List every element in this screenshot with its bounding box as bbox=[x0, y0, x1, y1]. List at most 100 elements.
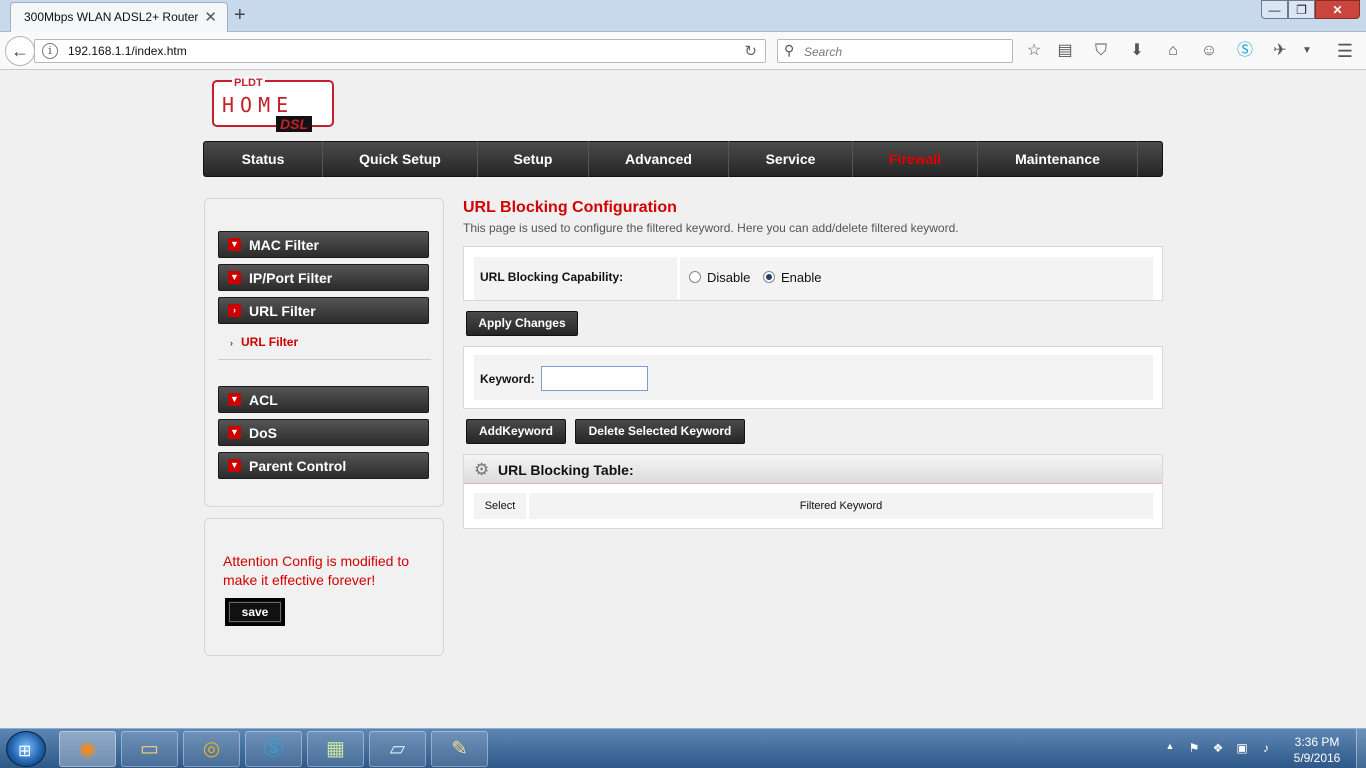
volume-icon[interactable]: ♪ bbox=[1258, 741, 1274, 757]
nav-service[interactable]: Service bbox=[729, 141, 853, 177]
window-close-button[interactable]: ✕ bbox=[1315, 0, 1360, 19]
taskbar-explorer[interactable]: ▭ bbox=[121, 731, 178, 767]
clock-time: 3:36 PM bbox=[1294, 735, 1340, 749]
window-maximize-button[interactable]: ❐ bbox=[1288, 0, 1315, 19]
show-desktop-button[interactable] bbox=[1356, 729, 1366, 768]
capability-label: URL Blocking Capability: bbox=[480, 270, 624, 284]
save-button[interactable]: save bbox=[225, 598, 285, 626]
gear-icon: ⚙ bbox=[474, 460, 490, 479]
pldt-home-dsl-logo: PLDT HOME DSL bbox=[212, 77, 336, 134]
back-button[interactable]: ← bbox=[5, 36, 35, 66]
address-bar[interactable]: i 192.168.1.1/index.htm ↻ bbox=[34, 39, 766, 63]
disable-radio-label[interactable]: Disable bbox=[707, 270, 750, 285]
apply-changes-button[interactable]: Apply Changes bbox=[466, 311, 578, 336]
reload-icon[interactable]: ↻ bbox=[744, 42, 757, 60]
capability-panel: URL Blocking Capability: Disable Enable bbox=[463, 246, 1163, 301]
windows-taskbar: ⊞ ◉ ▭ ◎ Ⓢ ▦ ▱ ✎ ▲ ⚑ ❖ ▣ ♪ 3:36 PM 5/9/20… bbox=[0, 728, 1366, 768]
chevron-down-icon: ▼ bbox=[228, 426, 241, 439]
chevron-right-icon: › bbox=[228, 304, 241, 317]
page-description: This page is used to configure the filte… bbox=[463, 221, 959, 235]
column-header-select: Select bbox=[474, 493, 526, 519]
taskbar-firefox[interactable]: ◉ bbox=[59, 731, 116, 767]
taskbar-paint[interactable]: ✎ bbox=[431, 731, 488, 767]
sidebar-item-url-filter[interactable]: › URL Filter bbox=[218, 297, 429, 324]
chevron-down-icon: ▼ bbox=[228, 271, 241, 284]
nav-firewall[interactable]: Firewall bbox=[853, 141, 978, 177]
taskbar-calculator[interactable]: ▦ bbox=[307, 731, 364, 767]
url-blocking-table: ⚙ URL Blocking Table: Select Filtered Ke… bbox=[463, 454, 1163, 529]
skype-icon: Ⓢ bbox=[263, 738, 284, 760]
folder-icon: ▭ bbox=[140, 738, 159, 760]
home-icon[interactable]: ⌂ bbox=[1163, 41, 1183, 61]
chrome-icon: ◎ bbox=[202, 738, 221, 760]
windows-logo-icon: ⊞ bbox=[18, 743, 32, 760]
taskbar-skype[interactable]: Ⓢ bbox=[245, 731, 302, 767]
sidebar-item-label: DoS bbox=[249, 425, 277, 441]
page-title: URL Blocking Configuration bbox=[463, 199, 677, 216]
column-header-filtered-keyword: Filtered Keyword bbox=[529, 493, 1153, 519]
save-notice-panel: Attention Config is modified to make it … bbox=[204, 518, 444, 656]
taskbar-notes[interactable]: ▱ bbox=[369, 731, 426, 767]
start-button[interactable]: ⊞ bbox=[6, 731, 46, 767]
nav-setup[interactable]: Setup bbox=[478, 141, 589, 177]
tab-title: 300Mbps WLAN ADSL2+ Router bbox=[24, 10, 199, 24]
notepad-icon: ▱ bbox=[389, 738, 406, 760]
site-info-icon[interactable]: i bbox=[42, 43, 58, 59]
tab-close-icon[interactable]: ✕ bbox=[204, 8, 217, 26]
show-hidden-icons-icon[interactable]: ▲ bbox=[1162, 741, 1178, 757]
nav-quick-setup[interactable]: Quick Setup bbox=[323, 141, 478, 177]
sidebar-item-mac-filter[interactable]: ▼ MAC Filter bbox=[218, 231, 429, 258]
dropdown-icon[interactable]: ▼ bbox=[1297, 41, 1317, 61]
taskbar-chrome[interactable]: ◎ bbox=[183, 731, 240, 767]
hello-chat-icon[interactable]: ☺ bbox=[1199, 41, 1219, 61]
logo-home-text: HOME bbox=[222, 93, 295, 117]
network-icon[interactable]: ▣ bbox=[1234, 741, 1250, 757]
enable-radio[interactable] bbox=[763, 271, 775, 283]
action-center-flag-icon[interactable]: ⚑ bbox=[1186, 741, 1202, 757]
new-tab-button[interactable]: + bbox=[234, 4, 246, 27]
search-bar[interactable]: ⚲ Search bbox=[777, 39, 1013, 63]
notice-text: Attention Config is modified to make it … bbox=[223, 553, 409, 588]
paint-palette-icon: ✎ bbox=[451, 738, 468, 760]
delete-selected-keyword-button[interactable]: Delete Selected Keyword bbox=[575, 419, 745, 444]
keyword-label: Keyword: bbox=[480, 372, 535, 386]
sidebar-menu: ▼ MAC Filter ▼ IP/Port Filter › URL Filt… bbox=[204, 198, 444, 507]
sidebar-item-parent-control[interactable]: ▼ Parent Control bbox=[218, 452, 429, 479]
add-keyword-button[interactable]: AddKeyword bbox=[466, 419, 566, 444]
keyword-input[interactable] bbox=[541, 366, 648, 391]
sidebar-item-dos[interactable]: ▼ DoS bbox=[218, 419, 429, 446]
sidebar-item-acl[interactable]: ▼ ACL bbox=[218, 386, 429, 413]
table-title: URL Blocking Table: bbox=[498, 462, 634, 478]
window-minimize-button[interactable]: — bbox=[1261, 0, 1288, 19]
chevron-down-icon: ▼ bbox=[228, 393, 241, 406]
search-placeholder: Search bbox=[804, 45, 843, 59]
nav-status[interactable]: Status bbox=[204, 141, 323, 177]
enable-radio-label[interactable]: Enable bbox=[781, 270, 821, 285]
table-header: ⚙ URL Blocking Table: bbox=[464, 455, 1162, 484]
skype-icon[interactable]: Ⓢ bbox=[1235, 41, 1255, 61]
bookmark-star-icon[interactable]: ☆ bbox=[1024, 41, 1044, 61]
dropbox-icon[interactable]: ❖ bbox=[1210, 741, 1226, 757]
nav-maintenance[interactable]: Maintenance bbox=[978, 141, 1138, 177]
pocket-icon[interactable]: ⛉ bbox=[1091, 41, 1111, 61]
logo-pldt-text: PLDT bbox=[232, 77, 265, 89]
system-clock[interactable]: 3:36 PM 5/9/2016 bbox=[1282, 734, 1352, 766]
browser-tab[interactable]: 300Mbps WLAN ADSL2+ Router ✕ bbox=[10, 2, 228, 32]
sidebar-item-label: IP/Port Filter bbox=[249, 270, 333, 286]
reading-list-icon[interactable]: ▤ bbox=[1055, 41, 1075, 61]
sidebar-item-label: Parent Control bbox=[249, 458, 347, 474]
bullet-icon: › bbox=[230, 338, 233, 348]
menu-icon[interactable]: ☰ bbox=[1335, 41, 1355, 61]
sidebar-item-label: ACL bbox=[249, 392, 278, 408]
sidebar-subitem-label: URL Filter bbox=[241, 335, 299, 349]
url-text[interactable]: 192.168.1.1/index.htm bbox=[68, 44, 187, 58]
extension-icon[interactable]: ✈ bbox=[1270, 41, 1290, 61]
back-arrow-icon: ← bbox=[11, 40, 29, 61]
download-icon[interactable]: ⬇ bbox=[1127, 41, 1147, 61]
disable-radio[interactable] bbox=[689, 271, 701, 283]
firefox-icon: ◉ bbox=[78, 738, 97, 760]
logo-dsl-text: DSL bbox=[276, 116, 312, 132]
sidebar-subitem-url-filter[interactable]: › URL Filter bbox=[230, 335, 298, 349]
sidebar-item-ip-port-filter[interactable]: ▼ IP/Port Filter bbox=[218, 264, 429, 291]
nav-advanced[interactable]: Advanced bbox=[589, 141, 729, 177]
